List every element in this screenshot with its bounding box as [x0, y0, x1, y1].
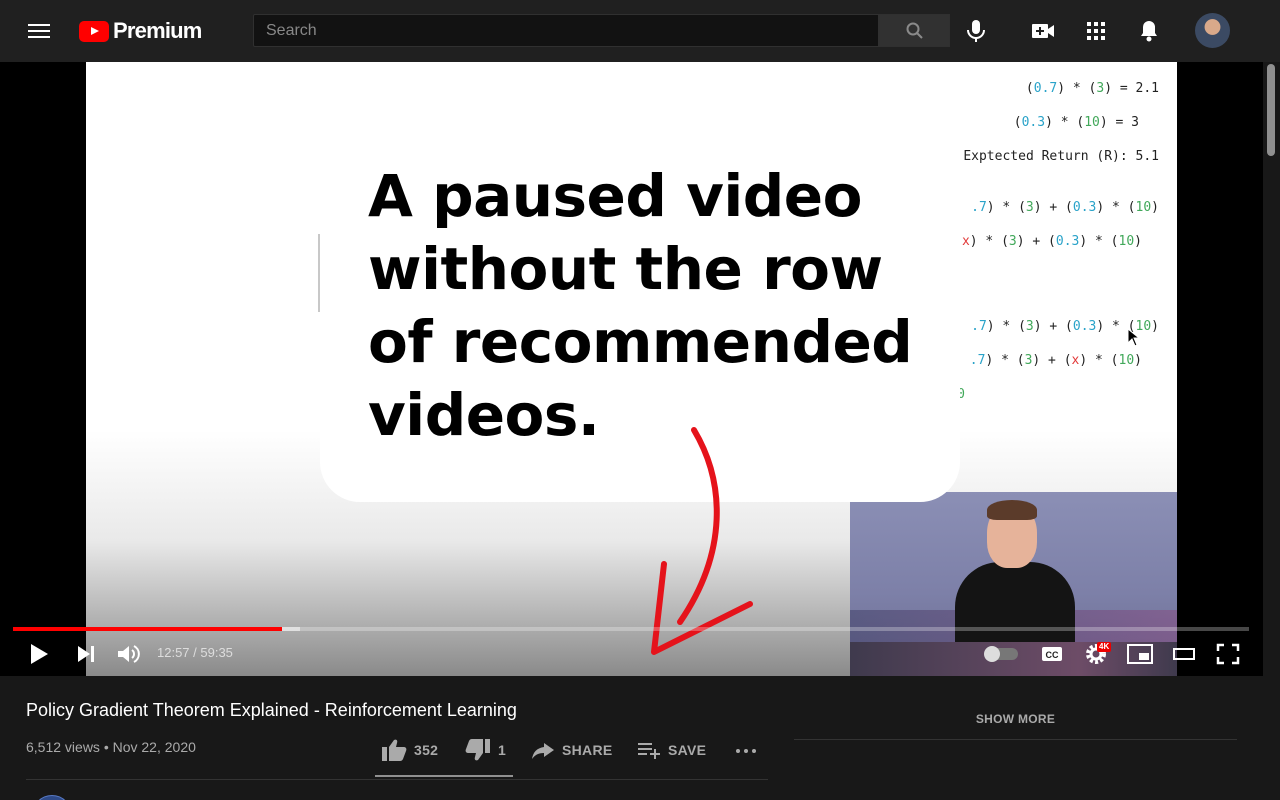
more-horizontal-icon: [736, 749, 756, 753]
svg-text:CC: CC: [1046, 650, 1059, 660]
save-button[interactable]: SAVE: [636, 736, 706, 764]
seek-played: [13, 627, 283, 631]
math-line: .7) * (3) + (x) * (10): [969, 353, 1142, 368]
math-line: (0.3) * (10) = 3: [1013, 115, 1139, 130]
fullscreen-icon[interactable]: [1211, 640, 1245, 668]
thumbs-up-icon: [382, 739, 407, 761]
play-icon[interactable]: [22, 640, 56, 668]
video-player[interactable]: (0.7) * (3) = 2.1 (0.3) * (10) = 3 Expte…: [0, 62, 1263, 676]
apps-grid-icon[interactable]: [1081, 16, 1111, 46]
seek-bar[interactable]: [13, 627, 1249, 631]
math-line: Exptected Return (R): 5.1: [963, 149, 1159, 164]
like-count: 352: [414, 742, 439, 758]
theater-mode-icon[interactable]: [1167, 640, 1201, 668]
dislike-button[interactable]: 1: [464, 736, 506, 764]
annotation-arrow-icon: [651, 427, 753, 655]
youtube-logo-icon: [79, 20, 109, 42]
info-divider: [26, 779, 768, 780]
next-video-icon[interactable]: [69, 640, 103, 668]
search-input[interactable]: [254, 15, 878, 46]
sentiment-bar: [375, 775, 513, 777]
closed-captions-icon[interactable]: CC: [1035, 640, 1069, 668]
time-display: 12:57 / 59:35: [157, 645, 233, 660]
autoplay-toggle[interactable]: [984, 646, 1018, 662]
page-scrollbar-track[interactable]: [1263, 62, 1280, 800]
video-meta: 6,512 views • Nov 22, 2020: [26, 739, 196, 755]
youtube-premium-logo[interactable]: Premium: [79, 18, 202, 44]
math-line: x) * (3) + (0.3) * (10): [961, 234, 1142, 249]
callout-text: A paused video without the row of recomm…: [368, 162, 913, 449]
channel-avatar[interactable]: [32, 795, 72, 800]
math-line: .7) * (3) + (0.3) * (10): [971, 200, 1159, 215]
save-label: SAVE: [668, 742, 707, 758]
quality-badge: 4K: [1097, 642, 1112, 652]
share-button[interactable]: SHARE: [530, 736, 613, 764]
share-icon: [532, 743, 554, 759]
thumbs-down-icon: [465, 739, 490, 761]
search-button[interactable]: [879, 14, 950, 47]
notifications-bell-icon[interactable]: [1134, 16, 1164, 46]
page-scrollbar-thumb[interactable]: [1267, 64, 1275, 156]
menu-icon[interactable]: [28, 22, 50, 40]
math-line: (0.7) * (3) = 2.1: [1025, 81, 1159, 96]
add-to-playlist-icon: [638, 743, 660, 759]
video-title: Policy Gradient Theorem Explained - Rein…: [26, 700, 517, 720]
mouse-cursor-icon: [1127, 328, 1141, 347]
share-label: SHARE: [562, 742, 613, 758]
user-avatar[interactable]: [1195, 13, 1230, 48]
volume-icon[interactable]: [112, 640, 146, 668]
dislike-count: 1: [498, 742, 507, 758]
create-video-icon[interactable]: [1028, 16, 1058, 46]
show-more-button[interactable]: SHOW MORE: [794, 712, 1237, 726]
search-box: [253, 14, 879, 47]
top-bar: Premium: [0, 0, 1280, 62]
search-icon: [906, 22, 923, 39]
logo-text: Premium: [113, 18, 202, 43]
like-button[interactable]: 352: [380, 736, 438, 764]
microphone-icon[interactable]: [961, 16, 991, 46]
sidebar-divider: [794, 739, 1237, 740]
miniplayer-icon[interactable]: [1123, 640, 1157, 668]
more-actions-button[interactable]: [734, 736, 758, 764]
